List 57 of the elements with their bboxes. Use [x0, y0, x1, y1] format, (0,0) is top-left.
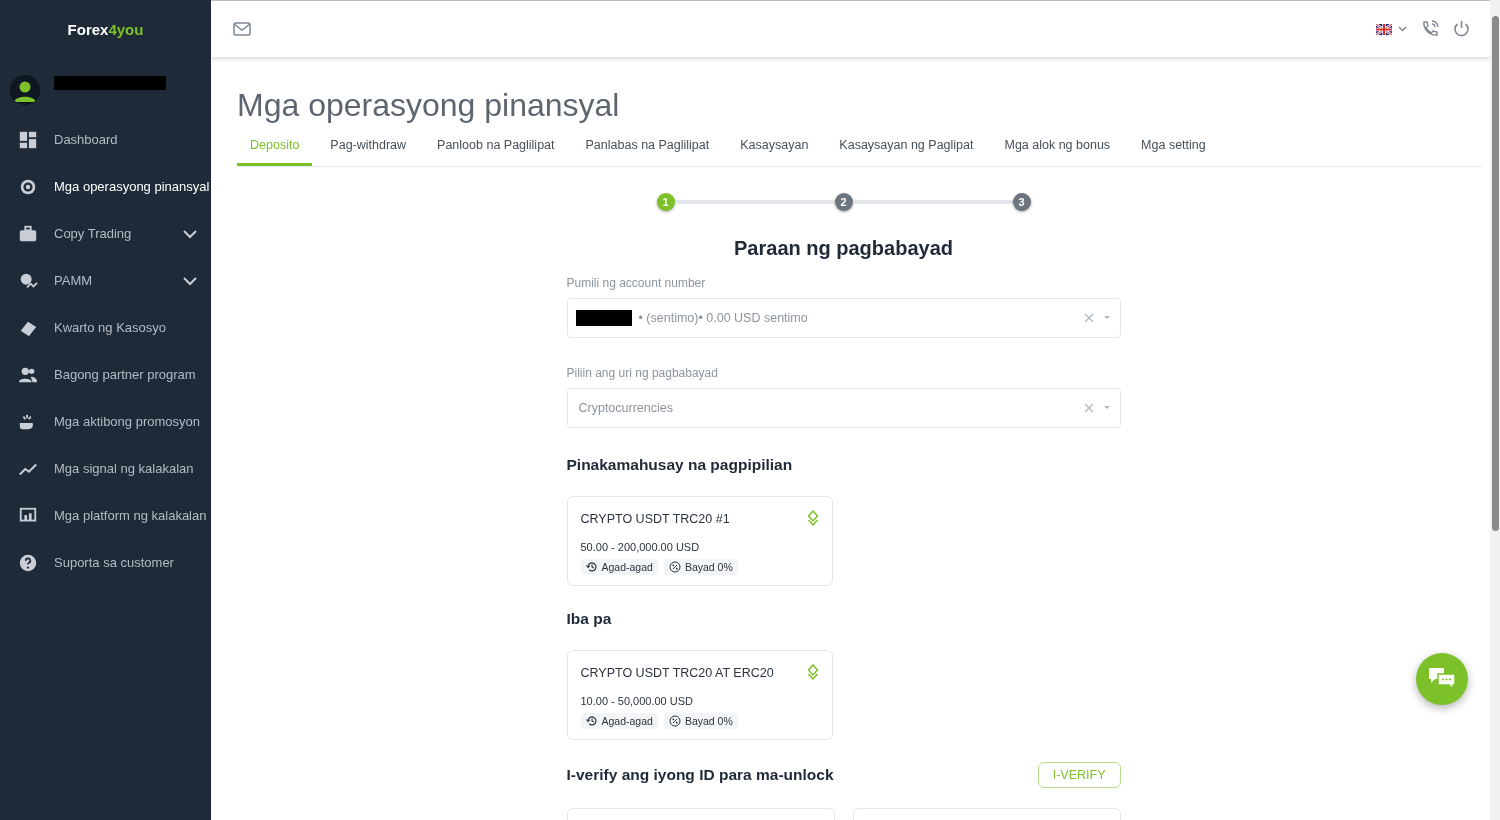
percent-icon	[668, 715, 681, 727]
step-indicator: 2	[834, 193, 853, 211]
dashboard-icon	[18, 129, 38, 150]
diamond-layers-icon	[806, 510, 819, 527]
sidebar-item[interactable]: Mga platform ng kalakalan	[0, 492, 211, 539]
flag-icon[interactable]	[1376, 23, 1392, 35]
diamond-layers-icon	[806, 664, 819, 681]
fee-tag: Bayad 0%	[663, 559, 738, 575]
chat-button[interactable]	[1416, 653, 1468, 705]
sidebar-item[interactable]: Mga aktibong promosyon	[0, 398, 211, 445]
method-card[interactable]: CRYPTO USDT TRC20 #1 50.00 - 200,000.00 USD Agad-agad Bayad 0%	[566, 496, 833, 586]
logo: Forex4you	[66, 19, 145, 40]
section-heading: Iba pa	[566, 610, 613, 628]
phone-icon[interactable]	[1421, 20, 1439, 38]
chevron-down-icon[interactable]	[183, 275, 197, 286]
sidebar-item[interactable]: Suporta sa customer	[0, 539, 211, 586]
tab[interactable]: Mga setting	[1128, 138, 1219, 166]
history-icon	[585, 715, 598, 727]
step-indicator: 1	[656, 193, 675, 211]
sidebar-item[interactable]: Bagong partner program	[0, 351, 211, 398]
sidebar-item[interactable]: Dashboard	[0, 116, 211, 163]
power-icon[interactable]	[1453, 20, 1470, 38]
amount-range: 10.00 - 50,000.00 USD	[580, 695, 695, 707]
clear-caret-icon[interactable]	[1083, 313, 1110, 323]
sidebar-item[interactable]: Mga signal ng kalakalan	[0, 445, 211, 492]
section-heading: Paraan ng pagbabayad	[733, 237, 954, 260]
field-label: Piliin ang uri ng pagbabayad	[566, 366, 719, 380]
history-icon	[585, 561, 598, 573]
tab[interactable]: Panloob na Paglilipat	[424, 138, 568, 166]
method-name: CRYPTO USDT TRC20 #1	[580, 511, 730, 526]
field-label: Pumili ng account number	[566, 276, 707, 290]
fee-tag: Bayad 0%	[663, 713, 738, 729]
section-heading: I-verify ang iyong ID para ma-unlock	[566, 766, 834, 784]
tab[interactable]: Panlabas na Paglilipat	[572, 138, 723, 166]
speed-tag: Agad-agad	[580, 559, 658, 575]
chevron-down-icon[interactable]	[183, 228, 197, 239]
method-name: CRYPTO USDT TRC20 AT ERC20	[580, 665, 774, 680]
sidebar-item[interactable]: PAMM	[0, 257, 211, 304]
amount-range: 50.00 - 200,000.00 USD	[580, 541, 701, 553]
sidebar-item[interactable]: Copy Trading	[0, 210, 211, 257]
method-card[interactable]: CRYPTO USDT TRC20 AT ERC20 10.00 - 50,000.00 USD Agad-agad Bayad 0%	[566, 650, 833, 740]
section-heading: Pinakamahusay na pagpipilian	[566, 456, 794, 474]
clear-caret-icon[interactable]	[1083, 403, 1110, 413]
tab[interactable]: Kasaysayan	[727, 138, 822, 166]
briefcase-icon	[18, 223, 38, 244]
sidebar-item[interactable]: Mga operasyong pinansyal	[0, 163, 211, 210]
tab[interactable]: Mga alok ng bonus	[991, 138, 1124, 166]
help-icon	[18, 552, 38, 573]
page-title: Mga operasyong pinansyal	[237, 87, 621, 124]
sidebar-item[interactable]: Kwarto ng Kasosyo	[0, 304, 211, 351]
mail-icon[interactable]	[233, 22, 251, 36]
scrollbar[interactable]	[1490, 0, 1500, 820]
percent-icon	[668, 561, 681, 573]
tab[interactable]: Pag-withdraw	[317, 138, 420, 166]
tab[interactable]: Kasaysayan ng Paglipat	[826, 138, 987, 166]
speed-tag: Agad-agad	[580, 713, 658, 729]
step-indicator: 3	[1012, 193, 1031, 211]
